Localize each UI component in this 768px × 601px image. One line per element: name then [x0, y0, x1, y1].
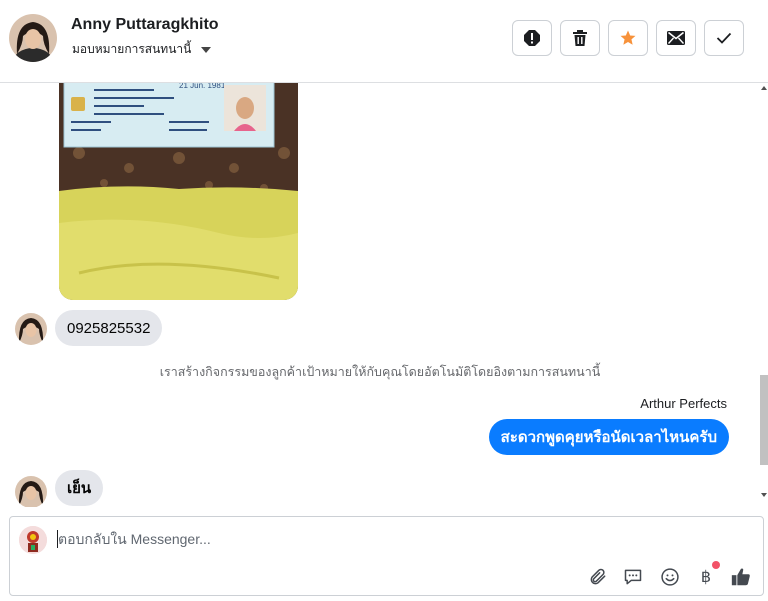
- scrollbar-thumb[interactable]: [760, 375, 768, 465]
- thumbs-up-icon: [731, 568, 750, 586]
- contact-avatar-small: [15, 313, 47, 345]
- conversation-header: Anny Puttaragkhito มอบหมายการสนทนานี้: [0, 0, 768, 83]
- outgoing-sender-name: Arthur Perfects: [640, 396, 727, 411]
- svg-text:21 Jun. 1981: 21 Jun. 1981: [179, 83, 226, 90]
- star-button[interactable]: [608, 20, 648, 56]
- checkmark-icon: [716, 32, 732, 44]
- contact-avatar-small: [15, 476, 47, 507]
- assign-conversation-dropdown[interactable]: มอบหมายการสนทนานี้: [72, 40, 212, 59]
- incoming-message-bubble[interactable]: 0925825532: [55, 310, 163, 346]
- star-icon: [620, 30, 636, 45]
- message-composer[interactable]: ฿: [9, 516, 764, 596]
- assign-label: มอบหมายการสนทนานี้: [72, 42, 192, 56]
- id-card-photo-attachment[interactable]: 21 Jun. 1981: [59, 83, 298, 300]
- outgoing-message-bubble[interactable]: สะดวกพูดคุยหรือนัดเวลาไหนครับ: [488, 419, 729, 455]
- notification-dot: [712, 561, 720, 569]
- lead-activity-note: เราสร้างกิจกรรมของลูกค้าเป้าหมายให้กับคุ…: [159, 365, 601, 379]
- envelope-icon: [667, 31, 685, 45]
- contact-avatar[interactable]: [9, 14, 57, 62]
- reply-input[interactable]: [58, 531, 618, 547]
- attach-file-button[interactable]: [586, 565, 610, 589]
- message-thread[interactable]: 21 Jun. 1981 0925825532 เราสร้างกิจกรรมข…: [0, 83, 768, 507]
- page-avatar: [19, 526, 47, 554]
- trash-icon: [573, 30, 587, 46]
- paperclip-icon: [590, 568, 606, 585]
- mark-spam-button[interactable]: [512, 20, 552, 56]
- baht-currency-icon: ฿: [700, 569, 712, 586]
- alert-icon: [524, 30, 540, 46]
- chevron-down-icon: [201, 46, 212, 53]
- contact-name[interactable]: Anny Puttaragkhito: [71, 16, 219, 34]
- incoming-message-bubble[interactable]: เย็น: [55, 470, 104, 506]
- chat-bubble-icon: [624, 569, 642, 585]
- emoji-button[interactable]: [658, 565, 682, 589]
- scroll-up-arrow-icon[interactable]: [761, 86, 767, 90]
- mark-unread-button[interactable]: [656, 20, 696, 56]
- like-button[interactable]: [729, 565, 753, 589]
- scroll-down-arrow-icon[interactable]: [761, 493, 767, 497]
- smiley-icon: [661, 568, 679, 586]
- delete-button[interactable]: [560, 20, 600, 56]
- payment-button[interactable]: ฿: [694, 561, 720, 589]
- mark-done-button[interactable]: [704, 20, 744, 56]
- thread-scrollbar[interactable]: [760, 83, 768, 501]
- saved-replies-button[interactable]: [621, 565, 645, 589]
